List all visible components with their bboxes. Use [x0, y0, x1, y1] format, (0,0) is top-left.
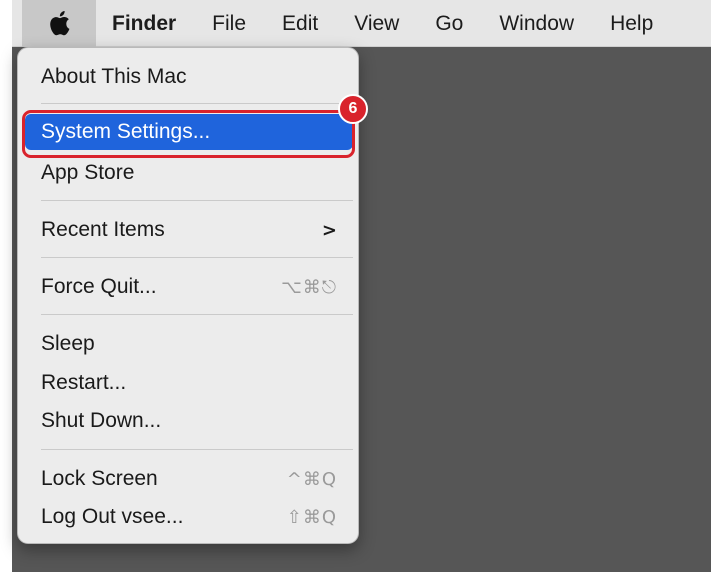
- menu-item-label: Sleep: [41, 332, 95, 355]
- apple-logo-icon: [50, 11, 70, 36]
- menubar-file[interactable]: File: [194, 0, 264, 47]
- menu-item-lock-screen[interactable]: Lock Screen ^⌘Q: [25, 461, 353, 497]
- menu-bar: Finder File Edit View Go Window Help: [12, 0, 711, 47]
- keyboard-shortcut: ^⌘Q: [286, 468, 337, 490]
- menu-item-label: Shut Down...: [41, 409, 162, 432]
- menu-separator: [41, 449, 353, 450]
- menubar-view[interactable]: View: [336, 0, 417, 47]
- menu-item-recent-items[interactable]: Recent Items >: [25, 212, 353, 248]
- menu-item-label: Recent Items: [41, 218, 165, 241]
- menu-separator: [41, 200, 353, 201]
- menu-item-label: Lock Screen: [41, 467, 158, 490]
- menu-item-shut-down[interactable]: Shut Down...: [25, 403, 353, 439]
- menu-item-about-this-mac[interactable]: About This Mac: [25, 59, 353, 95]
- menubar-edit[interactable]: Edit: [264, 0, 336, 47]
- menu-separator: [41, 103, 353, 104]
- menu-item-app-store[interactable]: App Store: [25, 155, 353, 191]
- keyboard-shortcut: ⌥⌘⎋: [281, 276, 337, 298]
- menu-separator: [41, 257, 353, 258]
- menu-item-restart[interactable]: Restart...: [25, 365, 353, 401]
- highlight-callout-box: [22, 110, 355, 158]
- keyboard-shortcut: ⇧⌘Q: [286, 506, 337, 528]
- menu-item-label: Restart...: [41, 371, 127, 394]
- menu-item-log-out[interactable]: Log Out vsee... ⇧⌘Q: [25, 499, 353, 535]
- chevron-right-icon: >: [321, 219, 337, 241]
- apple-menu-button[interactable]: [22, 0, 96, 47]
- menu-item-sleep[interactable]: Sleep: [25, 326, 353, 362]
- menubar-finder[interactable]: Finder: [96, 0, 194, 47]
- menu-item-force-quit[interactable]: Force Quit... ⌥⌘⎋: [25, 269, 353, 305]
- menubar-window[interactable]: Window: [481, 0, 592, 47]
- step-number-badge: 6: [338, 94, 368, 124]
- menu-item-label: Log Out vsee...: [41, 505, 184, 528]
- menubar-go[interactable]: Go: [417, 0, 481, 47]
- menubar-help[interactable]: Help: [592, 0, 671, 47]
- menu-item-label: About This Mac: [41, 65, 187, 88]
- menu-item-label: App Store: [41, 161, 135, 184]
- menu-item-label: Force Quit...: [41, 275, 157, 298]
- menu-separator: [41, 314, 353, 315]
